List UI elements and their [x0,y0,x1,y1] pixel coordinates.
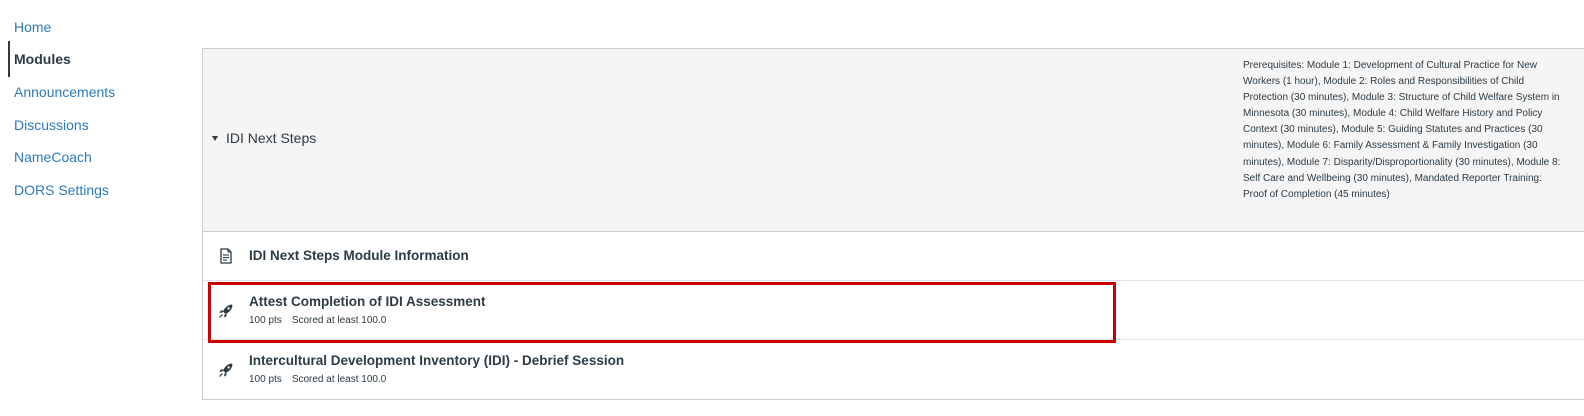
canvas-modules-page: Home Modules Announcements Discussions N… [0,0,1584,416]
module-item[interactable]: Intercultural Development Inventory (IDI… [203,340,1584,399]
item-requirement: Scored at least 100.0 [291,374,387,385]
nav-home[interactable]: Home [14,19,51,35]
nav-dors-settings[interactable]: DORS Settings [14,182,109,198]
item-points: 100 pts [249,315,282,326]
item-requirement: Scored at least 100.0 [291,315,387,326]
module-header[interactable]: IDI Next Steps Prerequisites: Module 1: … [203,49,1584,232]
nav-discussions[interactable]: Discussions [14,117,89,133]
module-item-details: 100 pts Scored at least 100.0 [249,374,386,385]
module-item[interactable]: Attest Completion of IDI Assessment 100 … [203,281,1584,340]
module-item-title[interactable]: Intercultural Development Inventory (IDI… [249,353,624,368]
assignment-icon [217,361,235,379]
module-item-details: 100 pts Scored at least 100.0 [249,315,386,326]
module-item-title[interactable]: Attest Completion of IDI Assessment [249,294,486,309]
page-icon [217,247,235,265]
active-nav-indicator [8,41,10,77]
module-idi-next-steps: IDI Next Steps Prerequisites: Module 1: … [202,48,1584,400]
module-item[interactable]: IDI Next Steps Module Information [203,232,1584,281]
nav-namecoach[interactable]: NameCoach [14,149,92,165]
module-item-title[interactable]: IDI Next Steps Module Information [249,248,469,263]
module-prerequisites: Prerequisites: Module 1: Development of … [1243,60,1561,200]
nav-announcements[interactable]: Announcements [14,84,115,100]
module-title[interactable]: IDI Next Steps [226,130,316,146]
item-points: 100 pts [249,374,282,385]
collapse-caret-icon[interactable] [212,136,218,141]
nav-modules[interactable]: Modules [14,51,71,67]
assignment-icon [217,302,235,320]
